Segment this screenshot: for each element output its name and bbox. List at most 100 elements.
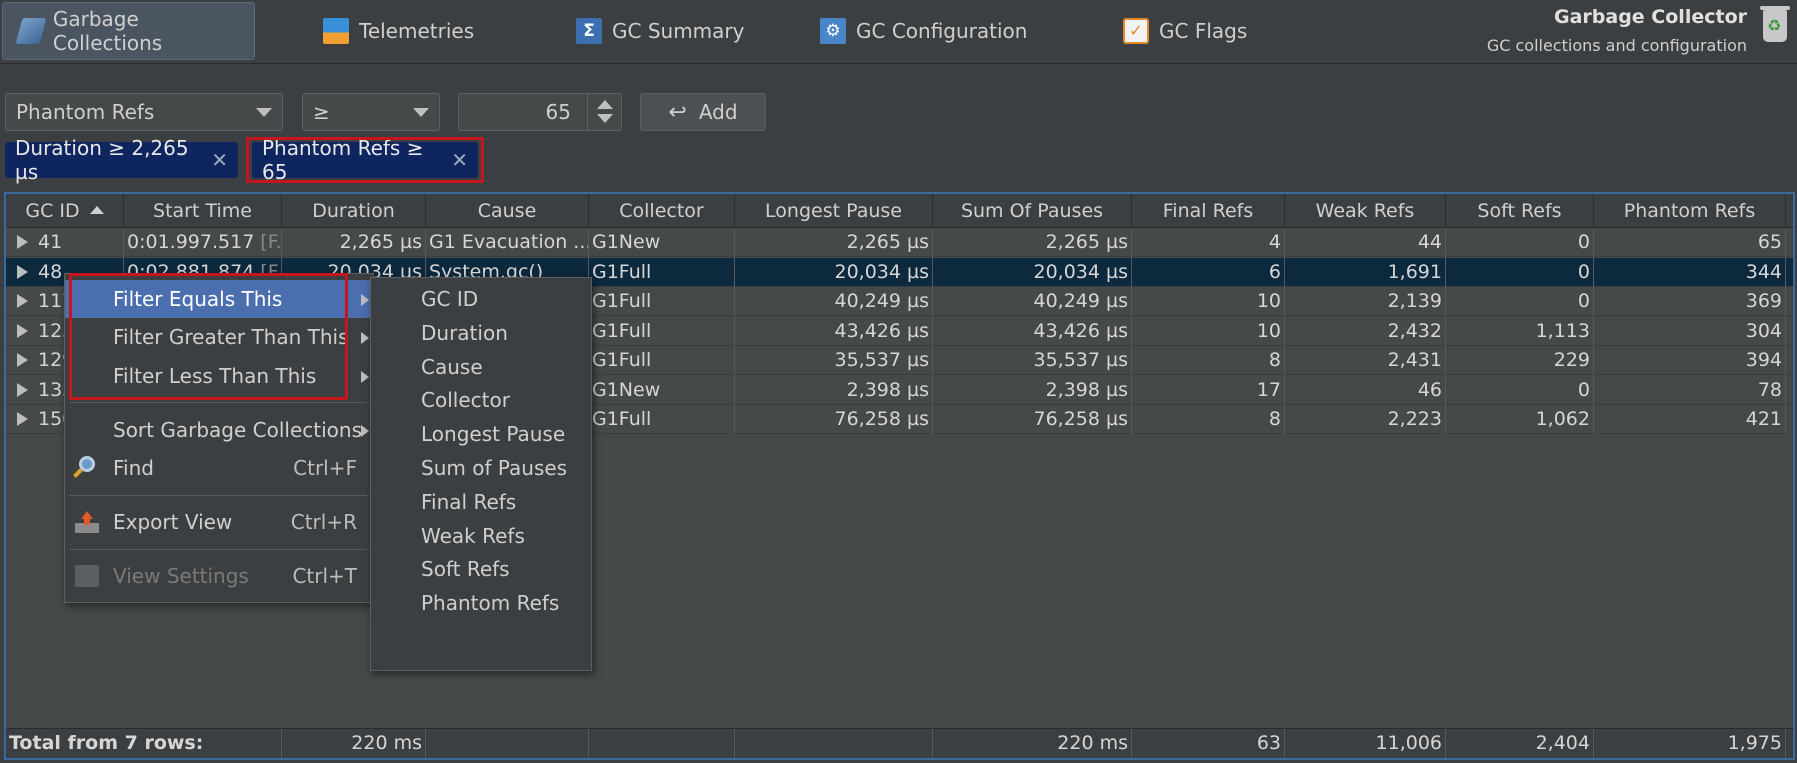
table-footer: Total from 7 rows: 220 ms 220 ms 63 11,0… xyxy=(6,728,1793,758)
menu-item-sort[interactable]: Sort Garbage Collections xyxy=(65,411,373,449)
cell-soft: 0 xyxy=(1446,287,1594,316)
expand-row-icon[interactable] xyxy=(17,323,28,338)
submenu-item[interactable]: Soft Refs xyxy=(371,552,591,586)
submenu-item[interactable]: Sum of Pauses xyxy=(371,451,591,485)
expand-row-icon[interactable] xyxy=(17,264,28,279)
cell-phantom: 65 xyxy=(1594,228,1786,257)
cell-soft: 0 xyxy=(1446,257,1594,287)
expand-row-icon[interactable] xyxy=(17,235,28,249)
cell-longest: 2,265 µs xyxy=(735,228,933,257)
table-header: GC ID Start Time Duration Cause Collecto… xyxy=(6,194,1793,228)
spinner-buttons[interactable] xyxy=(587,94,621,130)
submenu-item[interactable]: Final Refs xyxy=(371,485,591,519)
menu-item-find[interactable]: Find Ctrl+F xyxy=(65,449,373,487)
table-row[interactable]: 410:01.997.517[F...2,265 µsG1 Evacuation… xyxy=(6,228,1793,257)
cell-sum: 2,265 µs xyxy=(933,228,1132,257)
flags-icon: ✓ xyxy=(1123,18,1149,44)
filter-operator-select[interactable]: ≥ xyxy=(302,93,440,131)
cell-phantom: 344 xyxy=(1594,257,1786,287)
column-header-phantom-refs[interactable]: Phantom Refs xyxy=(1594,194,1786,228)
column-header-duration[interactable]: Duration xyxy=(282,194,426,228)
column-header-collector[interactable]: Collector xyxy=(589,194,735,228)
submenu-item[interactable]: GC ID xyxy=(371,282,591,316)
cell-collector: G1Full xyxy=(589,405,735,434)
total-longest xyxy=(735,729,933,758)
submenu-item[interactable]: Cause xyxy=(371,350,591,384)
filter-chip-duration[interactable]: Duration ≥ 2,265 µs ✕ xyxy=(5,136,238,184)
column-header-sum-of-pauses[interactable]: Sum Of Pauses xyxy=(933,194,1132,228)
garbage-bin-icon xyxy=(1760,6,1790,42)
cell-collector: G1Full xyxy=(589,316,735,346)
submenu-item[interactable]: Longest Pause xyxy=(371,417,591,451)
cell-phantom: 394 xyxy=(1594,346,1786,375)
column-header-start-time[interactable]: Start Time xyxy=(124,194,282,228)
tab-gc-summary[interactable]: Σ GC Summary xyxy=(560,2,760,60)
cell-final: 6 xyxy=(1132,257,1285,287)
filter-field-select[interactable]: Phantom Refs xyxy=(5,93,283,131)
column-header-longest-pause[interactable]: Longest Pause xyxy=(735,194,933,228)
filter-operator-value: ≥ xyxy=(313,100,330,124)
filter-chip-label: Duration ≥ 2,265 µs xyxy=(15,136,189,184)
menu-item-export-view[interactable]: Export View Ctrl+R xyxy=(65,503,373,541)
tab-gc-configuration[interactable]: ⚙ GC Configuration xyxy=(804,2,1043,60)
tab-label: GC Configuration xyxy=(856,19,1028,43)
column-header-gc-id[interactable]: GC ID xyxy=(6,194,124,228)
tab-label: Garbage Collections xyxy=(52,7,163,55)
cell-longest: 43,426 µs xyxy=(735,316,933,346)
tab-label: GC Flags xyxy=(1159,19,1248,43)
column-header-soft-refs[interactable]: Soft Refs xyxy=(1446,194,1594,228)
cell-soft: 229 xyxy=(1446,346,1594,375)
cell-final: 8 xyxy=(1132,346,1285,375)
view-subtitle: GC collections and configuration xyxy=(1486,36,1747,55)
cell-final: 17 xyxy=(1132,375,1285,405)
add-filter-label: Add xyxy=(698,100,738,124)
total-soft-refs: 2,404 xyxy=(1446,729,1594,758)
cell-weak: 46 xyxy=(1285,375,1446,405)
submenu-item[interactable]: Weak Refs xyxy=(371,519,591,553)
spinner-down-icon[interactable] xyxy=(597,114,613,123)
cell-soft: 0 xyxy=(1446,375,1594,405)
view-title: Garbage Collector xyxy=(1554,6,1747,28)
submenu-item[interactable]: Phantom Refs xyxy=(371,586,591,620)
telemetry-icon xyxy=(323,18,349,44)
menu-separator xyxy=(69,495,369,496)
close-icon[interactable]: ✕ xyxy=(211,148,228,172)
cell-sum: 76,258 µs xyxy=(933,405,1132,434)
total-final-refs: 63 xyxy=(1132,729,1285,758)
filter-value[interactable]: 65 xyxy=(546,94,571,130)
expand-row-icon[interactable] xyxy=(17,412,28,426)
tab-garbage-collections[interactable]: Garbage Collections xyxy=(2,2,255,60)
configuration-icon: ⚙ xyxy=(820,18,846,44)
expand-row-icon[interactable] xyxy=(17,382,28,397)
total-sum-of-pauses: 220 ms xyxy=(933,729,1132,758)
cell-id: 41 xyxy=(6,228,124,257)
cell-weak: 2,432 xyxy=(1285,316,1446,346)
tab-telemetries[interactable]: Telemetries xyxy=(307,2,490,60)
menu-separator xyxy=(69,549,369,550)
tab-bar: Garbage Collections Telemetries Σ GC Sum… xyxy=(0,0,1797,64)
total-phantom-refs: 1,975 xyxy=(1594,729,1786,758)
cell-final: 8 xyxy=(1132,405,1285,434)
spinner-up-icon[interactable] xyxy=(597,100,613,109)
sort-ascending-icon xyxy=(89,206,104,214)
cell-collector: G1Full xyxy=(589,346,735,375)
view-header: Garbage Collector GC collections and con… xyxy=(1487,6,1747,55)
chevron-right-icon xyxy=(361,332,369,344)
total-collector xyxy=(589,729,735,758)
chevron-down-icon xyxy=(413,108,429,117)
column-header-cause[interactable]: Cause xyxy=(426,194,589,228)
tab-gc-flags[interactable]: ✓ GC Flags xyxy=(1107,2,1263,60)
cell-longest: 20,034 µs xyxy=(735,257,933,287)
expand-row-icon[interactable] xyxy=(17,294,28,308)
cell-final: 10 xyxy=(1132,316,1285,346)
add-filter-button[interactable]: ↩ Add xyxy=(640,93,766,131)
submenu-item[interactable]: Duration xyxy=(371,316,591,350)
total-duration: 220 ms xyxy=(282,729,426,758)
filter-value-spinner[interactable]: 65 xyxy=(458,93,622,131)
column-header-weak-refs[interactable]: Weak Refs xyxy=(1285,194,1446,228)
expand-row-icon[interactable] xyxy=(17,353,28,367)
submenu-item[interactable]: Collector xyxy=(371,383,591,417)
cell-collector: G1New xyxy=(589,375,735,405)
column-header-final-refs[interactable]: Final Refs xyxy=(1132,194,1285,228)
summary-icon: Σ xyxy=(576,18,602,44)
